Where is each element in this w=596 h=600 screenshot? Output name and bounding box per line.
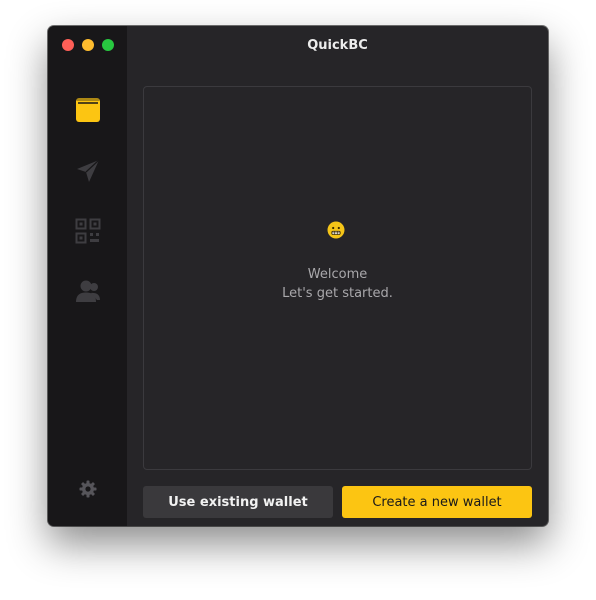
welcome-title: Welcome (307, 267, 368, 282)
window-close-button[interactable] (62, 39, 74, 51)
window-minimize-button[interactable] (82, 39, 94, 51)
create-new-wallet-button[interactable]: Create a new wallet (342, 486, 532, 518)
window-title: QuickBC (307, 38, 368, 53)
window-maximize-button[interactable] (102, 39, 114, 51)
welcome-panel: Welcome Let's get started. (143, 86, 532, 470)
qr-code-icon (75, 218, 101, 244)
sidebar (48, 26, 127, 526)
contacts-icon (76, 280, 100, 302)
send-icon (77, 159, 100, 182)
app-window: QuickBC Welcome Let's get started. Use e… (48, 26, 548, 526)
gear-icon (79, 480, 97, 498)
sidebar-item-contacts[interactable] (74, 277, 102, 305)
sidebar-item-receive[interactable] (74, 217, 102, 245)
sidebar-item-send[interactable] (74, 157, 102, 185)
welcome-subtitle: Let's get started. (282, 286, 393, 301)
sidebar-item-wallet[interactable] (74, 96, 102, 124)
settings-button[interactable] (78, 479, 98, 499)
use-existing-wallet-button[interactable]: Use existing wallet (143, 486, 333, 518)
wallet-icon (76, 98, 100, 122)
grimacing-face-icon (327, 221, 345, 239)
